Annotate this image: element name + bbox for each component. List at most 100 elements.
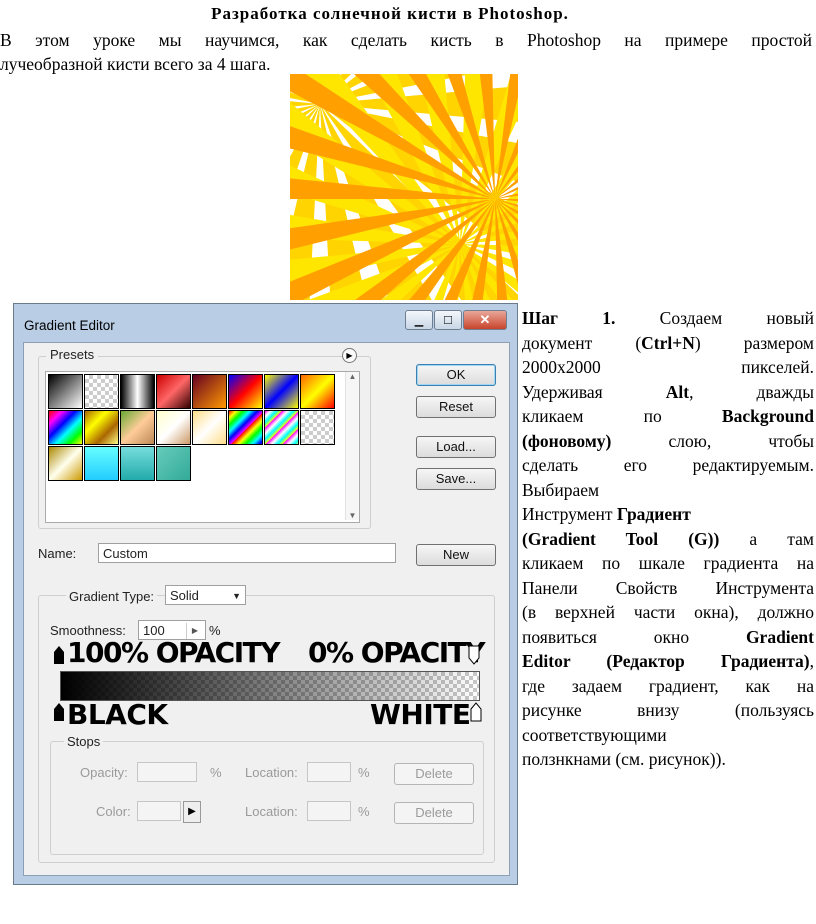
step-text: Панели Свойств Инструмента xyxy=(522,577,814,598)
preset-swatch[interactable] xyxy=(48,410,83,445)
name-label: Name: xyxy=(38,546,77,561)
presets-scrollbar[interactable]: ▲ ▼ xyxy=(345,372,359,520)
step-text: , xyxy=(809,651,814,671)
preset-swatch[interactable] xyxy=(120,410,155,445)
intro-line: В этом уроке мы научимся, как сделать ки… xyxy=(0,30,812,50)
gradient-type-select[interactable]: Solid ▼ xyxy=(165,585,246,605)
step-text: Удерживая xyxy=(522,381,666,402)
step-1-paragraph: Шаг 1. Создаем новый документ (Ctrl+N) ра… xyxy=(522,306,814,772)
step-line: документ (Ctrl+N) размером xyxy=(522,331,814,356)
preset-swatch[interactable] xyxy=(156,374,191,409)
scroll-down-icon[interactable]: ▼ xyxy=(346,511,359,520)
step-text: сделать его редактируемым. xyxy=(522,455,814,475)
step-text: кликаем по xyxy=(522,406,722,426)
step-bold-text: Alt xyxy=(665,381,690,402)
color-stop-left-icon[interactable] xyxy=(53,702,65,722)
step-bold-text: Градиент xyxy=(616,504,691,524)
step-line: где задаем градиент, как на xyxy=(522,674,814,699)
step-bold-text: Ctrl+N xyxy=(641,332,695,353)
step-text: Инструмент xyxy=(522,504,617,524)
new-button[interactable]: New xyxy=(416,544,496,566)
step-line: кликаем по Background xyxy=(522,404,814,429)
step-line: появиться окно Gradient xyxy=(522,625,814,650)
step-line: (фоновому) слою, чтобы xyxy=(522,429,814,454)
step-text: ) размером xyxy=(694,332,814,353)
preset-swatch[interactable] xyxy=(228,374,263,409)
save-button[interactable]: Save... xyxy=(416,468,496,490)
sun-brush-image xyxy=(290,74,518,300)
opacity-stop-right-icon[interactable] xyxy=(468,645,480,665)
presets-menu-icon[interactable]: ▶ xyxy=(342,348,357,363)
step-line: ползнкнами (см. рисунок)). xyxy=(522,747,814,772)
opacity-left-label: 100% OPACITY xyxy=(67,636,281,669)
preset-swatch[interactable] xyxy=(264,410,299,445)
step-text: а там xyxy=(719,528,814,549)
close-icon[interactable]: ✕ xyxy=(463,310,507,330)
maximize-icon[interactable]: ☐ xyxy=(434,310,462,330)
stop-opacity-location-unit: % xyxy=(358,765,370,780)
color-stop-right-icon[interactable] xyxy=(470,702,482,722)
preset-swatch[interactable] xyxy=(300,410,335,445)
preset-swatch[interactable] xyxy=(84,446,119,481)
step-line: Удерживая Alt, дважды xyxy=(522,380,814,405)
ok-button[interactable]: OK xyxy=(416,364,496,386)
step-bold-text: Background xyxy=(721,406,814,426)
intro-paragraph: В этом уроке мы научимся, как сделать ки… xyxy=(0,28,812,76)
minimize-icon[interactable]: ▁ xyxy=(405,310,433,330)
load-button[interactable]: Load... xyxy=(416,436,496,458)
gradient-type-label: Gradient Type: xyxy=(66,589,158,604)
step-line: соответствующими xyxy=(522,723,814,748)
delete-opacity-stop-button[interactable]: Delete xyxy=(394,763,474,785)
stops-group xyxy=(50,741,484,855)
step-text: (в верхней части окна), должно xyxy=(522,602,814,622)
preset-swatch[interactable] xyxy=(84,410,119,445)
gradient-bar[interactable] xyxy=(60,671,480,701)
preset-swatch[interactable] xyxy=(156,446,191,481)
stop-opacity-location-input[interactable] xyxy=(307,762,351,782)
opacity-right-label: 0% OPACITY xyxy=(308,636,486,669)
opacity-stop-left-icon[interactable] xyxy=(53,645,65,665)
delete-color-stop-button[interactable]: Delete xyxy=(394,802,474,824)
chevron-down-icon: ▼ xyxy=(232,591,241,601)
stop-opacity-input[interactable] xyxy=(137,762,197,782)
stop-opacity-label: Opacity: xyxy=(80,765,128,780)
color-right-label: WHITE xyxy=(370,698,471,731)
preset-swatch[interactable] xyxy=(192,374,227,409)
step-text: соответствующими xyxy=(522,724,667,745)
stop-color-location-label: Location: xyxy=(245,804,298,819)
preset-swatch[interactable] xyxy=(120,446,155,481)
step-line: Editor (Редактор Градиента), xyxy=(522,649,814,674)
step-text: где задаем градиент, как на xyxy=(522,675,814,696)
step-line: рисунке внизу (пользуясь xyxy=(522,698,814,723)
step-bold-text: Шаг 1. xyxy=(522,308,616,328)
scroll-up-icon[interactable]: ▲ xyxy=(346,372,359,381)
presets-list: ▲ ▼ xyxy=(45,371,360,523)
preset-swatch[interactable] xyxy=(264,374,299,409)
step-line: сделать его редактируемым. xyxy=(522,453,814,478)
step-text: Создаем новый xyxy=(615,308,814,328)
preset-swatch[interactable] xyxy=(156,410,191,445)
step-text: слою, чтобы xyxy=(611,430,815,451)
reset-button[interactable]: Reset xyxy=(416,396,496,418)
stops-label: Stops xyxy=(64,734,104,749)
step-line: 2000х2000 пикселей. xyxy=(522,355,814,380)
color-picker-arrow-icon[interactable]: ▶ xyxy=(183,801,201,823)
preset-swatch[interactable] xyxy=(120,374,155,409)
preset-swatch[interactable] xyxy=(84,374,119,409)
presets-label: Presets xyxy=(46,347,99,362)
step-line: Выбираем xyxy=(522,478,814,503)
step-text: , дважды xyxy=(689,381,814,402)
gradient-type-value: Solid xyxy=(170,588,199,603)
step-line: Панели Свойств Инструмента xyxy=(522,576,814,601)
preset-swatch[interactable] xyxy=(300,374,335,409)
step-bold-text: (фоновому) xyxy=(522,430,612,451)
stop-color-swatch[interactable] xyxy=(137,801,181,821)
step-text: появиться окно xyxy=(522,626,746,647)
preset-swatch[interactable] xyxy=(228,410,263,445)
stop-color-location-input[interactable] xyxy=(307,801,351,821)
preset-swatch[interactable] xyxy=(192,410,227,445)
name-input[interactable]: Custom xyxy=(98,543,396,563)
step-line: Инструмент Градиент xyxy=(522,502,814,527)
preset-swatch[interactable] xyxy=(48,446,83,481)
preset-swatch[interactable] xyxy=(48,374,83,409)
